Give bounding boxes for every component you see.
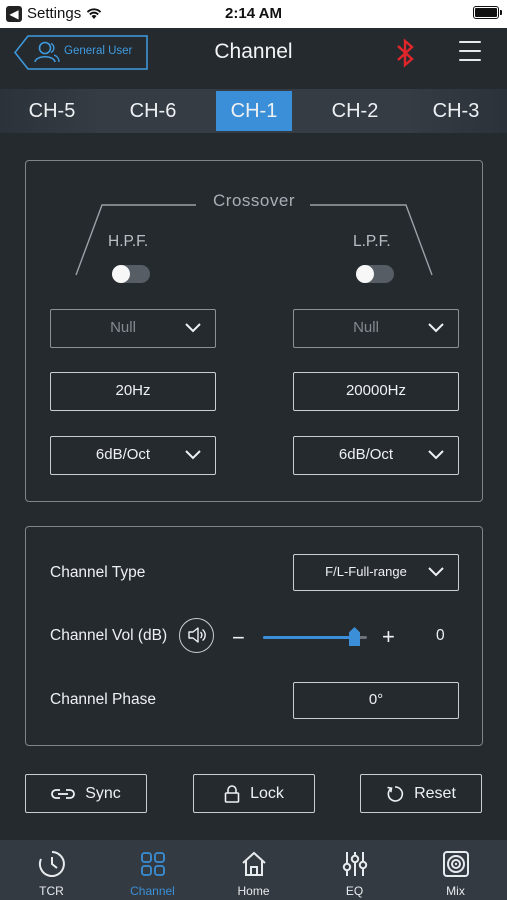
grid-icon (141, 852, 165, 876)
sync-label: Sync (85, 784, 121, 802)
nav-home[interactable]: Home (203, 840, 304, 900)
page-title: Channel (214, 40, 293, 63)
link-icon (51, 788, 76, 799)
chevron-down-icon (428, 450, 444, 460)
volume-slider-fill (263, 636, 355, 639)
chevron-down-icon (185, 323, 201, 333)
clock-time: 2:14 AM (225, 5, 282, 22)
lpf-slope-value: 6dB/Oct (338, 446, 394, 463)
lpf-toggle[interactable] (356, 265, 394, 283)
nav-eq-label: EQ (345, 884, 364, 898)
lock-button[interactable]: Lock (193, 774, 315, 813)
hpf-label: H.P.F. (108, 233, 149, 250)
nav-channel-label: Channel (130, 884, 175, 898)
hpf-slope-value: 6dB/Oct (95, 446, 151, 463)
nav-tcr-label: TCR (39, 884, 64, 898)
channel-phase-field[interactable]: 0° (293, 682, 459, 719)
hpf-type-select[interactable]: Null (50, 309, 216, 348)
volume-value: 0 (436, 627, 445, 644)
chevron-down-icon (428, 567, 444, 577)
nav-channel[interactable]: Channel (102, 840, 203, 900)
volume-slider-thumb[interactable] (349, 627, 361, 646)
channel-vol-label: Channel Vol (dB) (50, 627, 168, 644)
lock-label: Lock (250, 784, 284, 802)
clock-icon (38, 851, 65, 877)
bottom-navigation: TCR Channel Home EQ Mix (0, 840, 507, 900)
tab-ch-1[interactable]: CH-1 (216, 91, 292, 131)
tab-ch-2[interactable]: CH-2 (317, 91, 393, 131)
app-header: General User Channel (0, 28, 507, 84)
bluetooth-icon[interactable] (395, 38, 417, 68)
equalizer-icon (342, 852, 368, 876)
lock-icon (224, 784, 240, 803)
reset-icon (387, 785, 404, 802)
lpf-frequency-field[interactable]: 20000Hz (293, 372, 459, 411)
channel-type-value: F/L-Full-range (325, 564, 407, 579)
crossover-panel: Crossover H.P.F. L.P.F. Null Null 20Hz 2… (25, 160, 483, 502)
nav-mix-label: Mix (446, 884, 465, 898)
lpf-type-select[interactable]: Null (293, 309, 459, 348)
hpf-toggle[interactable] (112, 265, 150, 283)
crossover-title: Crossover (213, 191, 295, 210)
speaker-mix-icon (443, 851, 469, 877)
status-bar: ◀ Settings 2:14 AM (0, 0, 507, 28)
hpf-slope-select[interactable]: 6dB/Oct (50, 436, 216, 475)
home-icon (242, 851, 266, 876)
speaker-icon (188, 627, 206, 643)
channel-type-label: Channel Type (50, 564, 146, 581)
lpf-label: L.P.F. (353, 233, 391, 250)
lpf-type-value: Null (353, 319, 379, 336)
hpf-frequency-field[interactable]: 20Hz (50, 372, 216, 411)
nav-eq[interactable]: EQ (304, 840, 405, 900)
nav-mix[interactable]: Mix (405, 840, 506, 900)
nav-tcr[interactable]: TCR (1, 840, 102, 900)
chevron-down-icon (185, 450, 201, 460)
hpf-type-value: Null (110, 319, 136, 336)
reset-button[interactable]: Reset (360, 774, 482, 813)
toggle-knob (356, 265, 374, 283)
nav-home-label: Home (237, 884, 270, 898)
chevron-down-icon (428, 323, 444, 333)
toggle-knob (112, 265, 130, 283)
reset-label: Reset (414, 784, 456, 802)
tab-ch-3[interactable]: CH-3 (418, 91, 494, 131)
mute-button[interactable] (179, 618, 214, 653)
volume-decrease-button[interactable]: − (232, 625, 245, 651)
tab-ch-5[interactable]: CH-5 (14, 91, 90, 131)
hamburger-menu-icon[interactable] (459, 41, 481, 68)
channel-tabs: CH-5 CH-6 CH-1 CH-2 CH-3 (0, 89, 507, 133)
lpf-slope-select[interactable]: 6dB/Oct (293, 436, 459, 475)
channel-settings-panel: Channel Type F/L-Full-range Channel Vol … (25, 526, 483, 746)
channel-type-select[interactable]: F/L-Full-range (293, 554, 459, 591)
sync-button[interactable]: Sync (25, 774, 147, 813)
battery-icon (473, 6, 502, 19)
tab-ch-6[interactable]: CH-6 (115, 91, 191, 131)
channel-phase-label: Channel Phase (50, 691, 156, 708)
volume-increase-button[interactable]: + (382, 624, 395, 650)
